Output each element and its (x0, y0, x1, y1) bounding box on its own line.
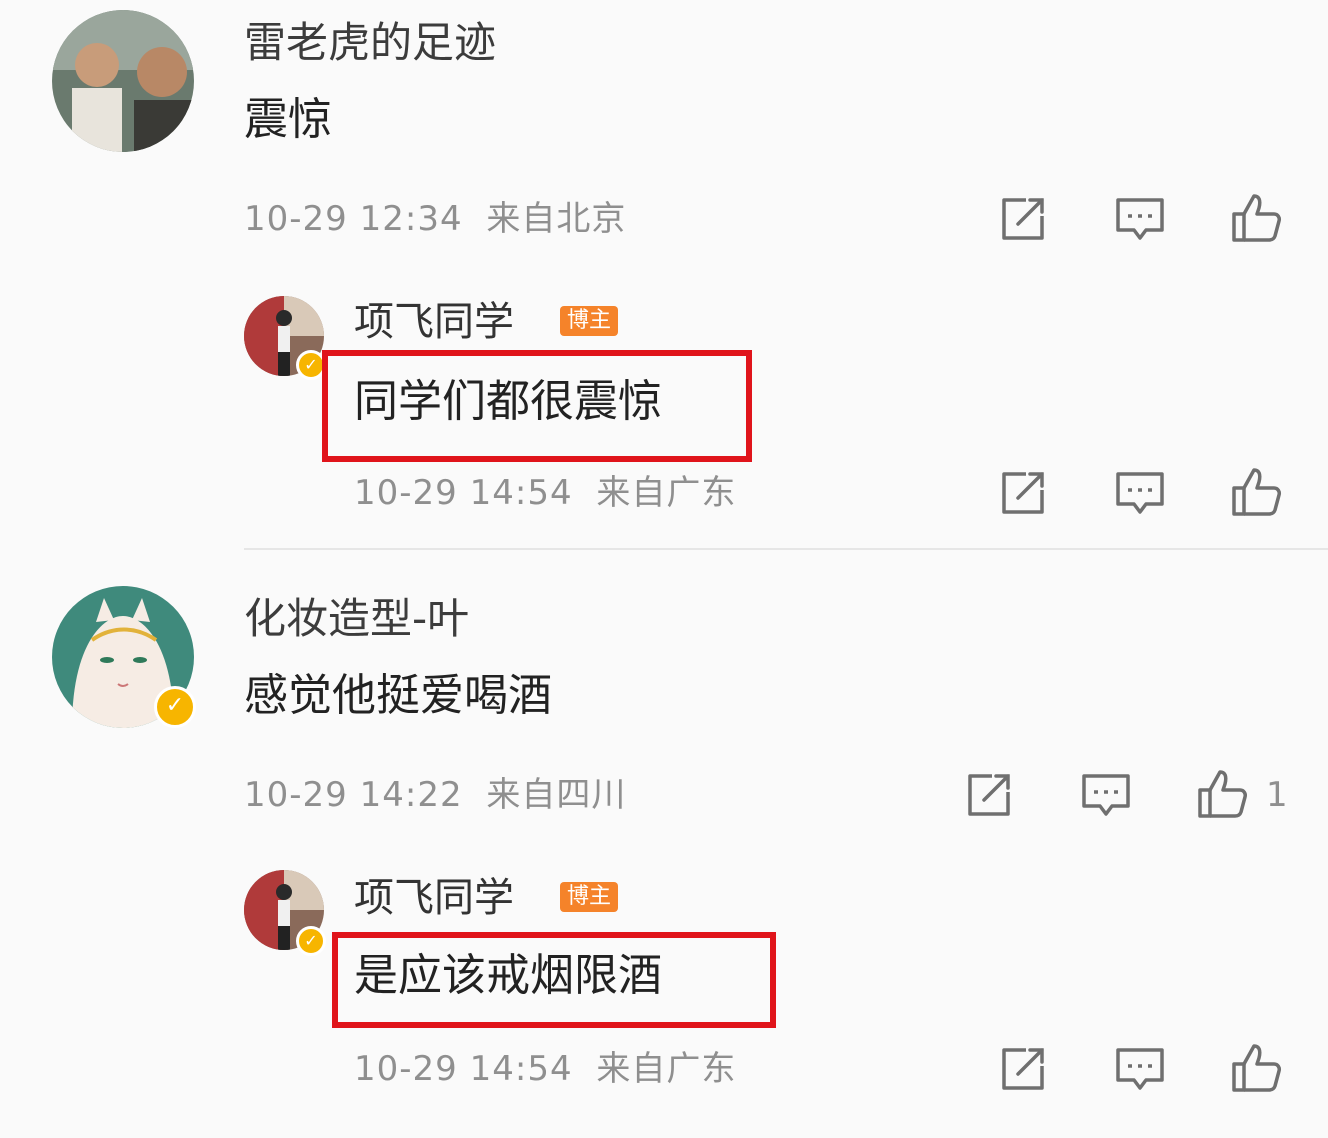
thumbs-up-icon[interactable] (1228, 190, 1284, 246)
comment-username[interactable]: 化妆造型-叶 (244, 598, 469, 640)
timestamp: 10-29 12:34 (244, 199, 463, 239)
comment-timestamp: 10-29 12:34 来自北京 (244, 202, 626, 236)
reply-timestamp: 10-29 14:54 来自广东 (354, 476, 736, 510)
reply-username[interactable]: 项飞同学 (354, 302, 514, 342)
comment-icon[interactable] (1112, 464, 1168, 520)
avatar[interactable] (52, 10, 194, 152)
share-icon[interactable] (996, 464, 1052, 520)
blogger-badge: 博主 (560, 306, 619, 336)
location: 来自广东 (596, 1049, 737, 1089)
thumbs-up-icon[interactable] (1228, 464, 1284, 520)
comment-text: 震惊 (244, 94, 332, 145)
timestamp: 10-29 14:54 (354, 1049, 573, 1089)
share-icon[interactable] (962, 766, 1018, 822)
comment-icon[interactable] (1112, 190, 1168, 246)
verified-icon: ✓ (296, 926, 326, 956)
comment-username[interactable]: 雷老虎的足迹 (244, 22, 496, 64)
reply-text: 同学们都很震惊 (354, 376, 662, 427)
comment-text: 感觉他挺爱喝酒 (244, 670, 552, 721)
reply-username[interactable]: 项飞同学 (354, 878, 514, 918)
verified-icon: ✓ (154, 686, 196, 728)
location: 来自广东 (596, 473, 737, 513)
comment-icon[interactable] (1112, 1040, 1168, 1096)
reply-text: 是应该戒烟限酒 (354, 950, 662, 1001)
location: 来自四川 (486, 775, 627, 815)
comment-icon[interactable] (1078, 766, 1134, 822)
share-icon[interactable] (996, 190, 1052, 246)
share-icon[interactable] (996, 1040, 1052, 1096)
reply-timestamp: 10-29 14:54 来自广东 (354, 1052, 736, 1086)
blogger-badge: 博主 (560, 882, 619, 912)
like-count: 1 (1266, 775, 1288, 815)
thumbs-up-icon[interactable] (1194, 766, 1250, 822)
timestamp: 10-29 14:54 (354, 473, 573, 513)
timestamp: 10-29 14:22 (244, 775, 463, 815)
thumbs-up-icon[interactable] (1228, 1040, 1284, 1096)
divider (244, 548, 1328, 550)
comment-timestamp: 10-29 14:22 来自四川 (244, 778, 626, 812)
location: 来自北京 (486, 199, 627, 239)
